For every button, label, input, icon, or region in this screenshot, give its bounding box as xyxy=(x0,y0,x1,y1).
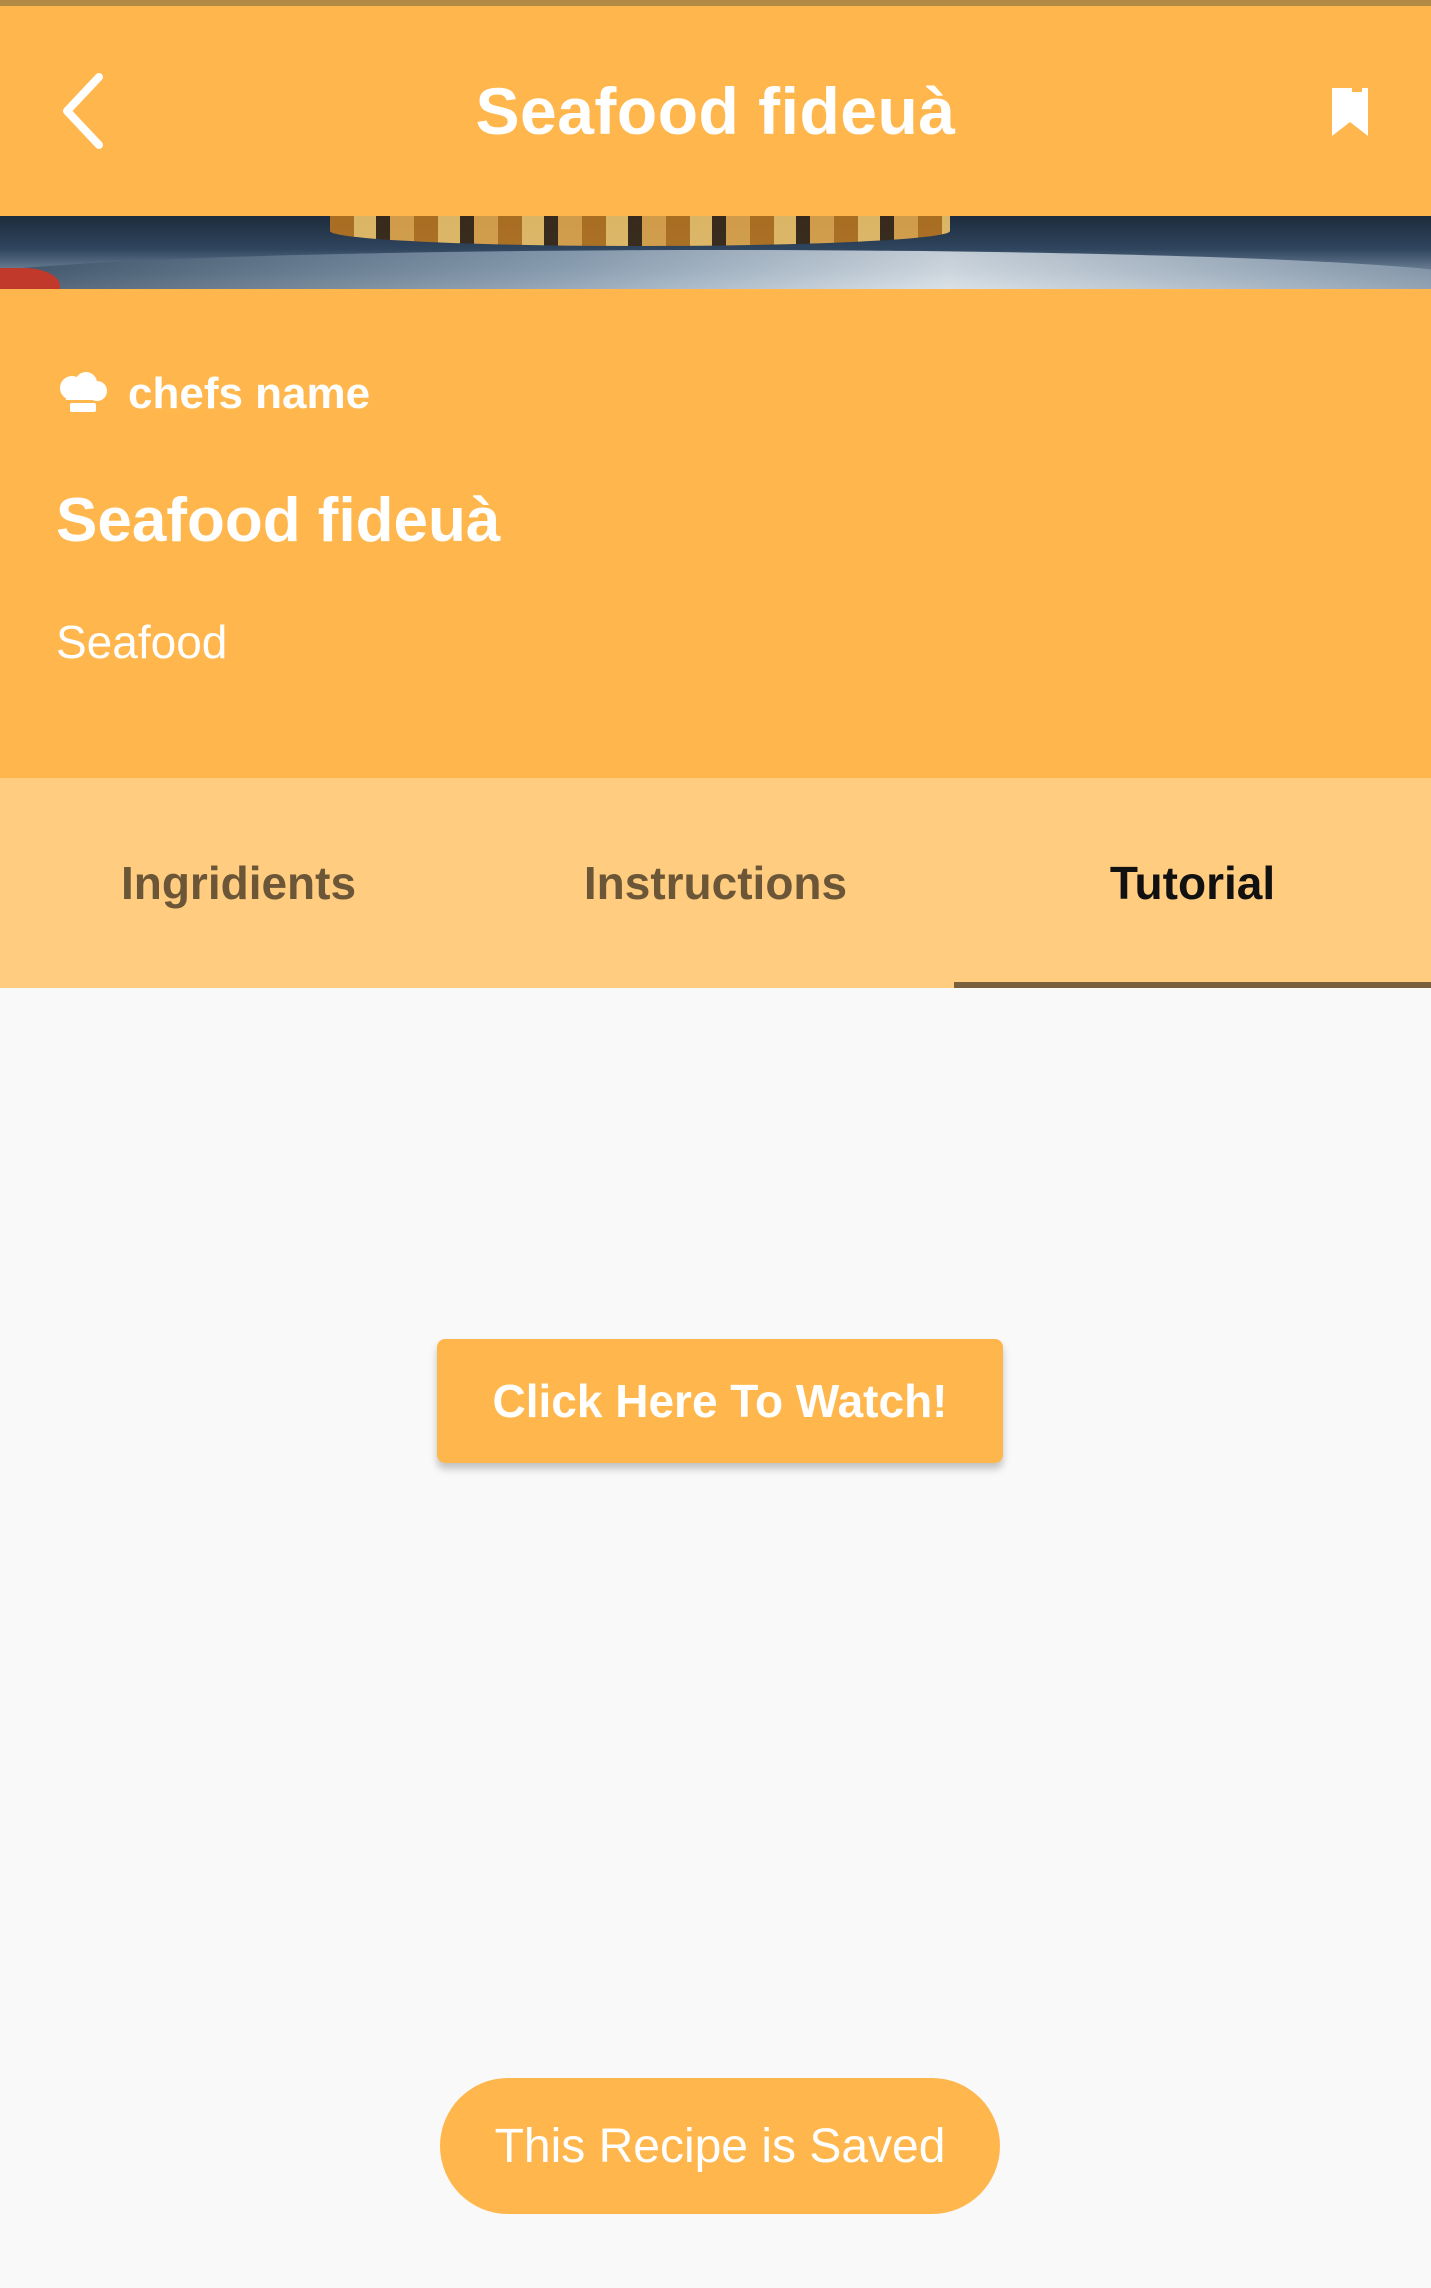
saved-toast: This Recipe is Saved xyxy=(440,2078,1000,2214)
recipe-hero-image xyxy=(0,216,1431,289)
app-bar: Seafood fideuà xyxy=(0,6,1431,216)
recipe-tabs: Ingridients Instructions Tutorial xyxy=(0,778,1431,988)
tutorial-content: Click Here To Watch! This Recipe is Save… xyxy=(0,988,1431,2288)
tab-instructions[interactable]: Instructions xyxy=(477,778,954,988)
chef-row: chefs name xyxy=(56,369,370,419)
chevron-left-icon xyxy=(63,73,103,149)
hero-pan-rim xyxy=(0,250,1431,289)
recipe-title: Seafood fideuà xyxy=(56,486,501,555)
app-bar-title: Seafood fideuà xyxy=(475,74,956,148)
bookmark-button[interactable] xyxy=(1315,72,1385,152)
chef-hat-icon xyxy=(60,372,107,412)
tab-ingredients[interactable]: Ingridients xyxy=(0,778,477,988)
recipe-category: Seafood xyxy=(56,616,228,668)
hero-food xyxy=(330,216,950,246)
recipe-detail-screen: Seafood fideuà chefs name Seafood fideuà… xyxy=(0,0,1431,2288)
recipe-info-panel: chefs name Seafood fideuà Seafood xyxy=(0,289,1431,778)
chef-name: chefs name xyxy=(128,369,371,418)
tab-tutorial[interactable]: Tutorial xyxy=(954,778,1431,988)
back-button[interactable] xyxy=(44,66,124,156)
watch-tutorial-button[interactable]: Click Here To Watch! xyxy=(437,1339,1003,1463)
bookmark-icon xyxy=(1332,88,1368,136)
